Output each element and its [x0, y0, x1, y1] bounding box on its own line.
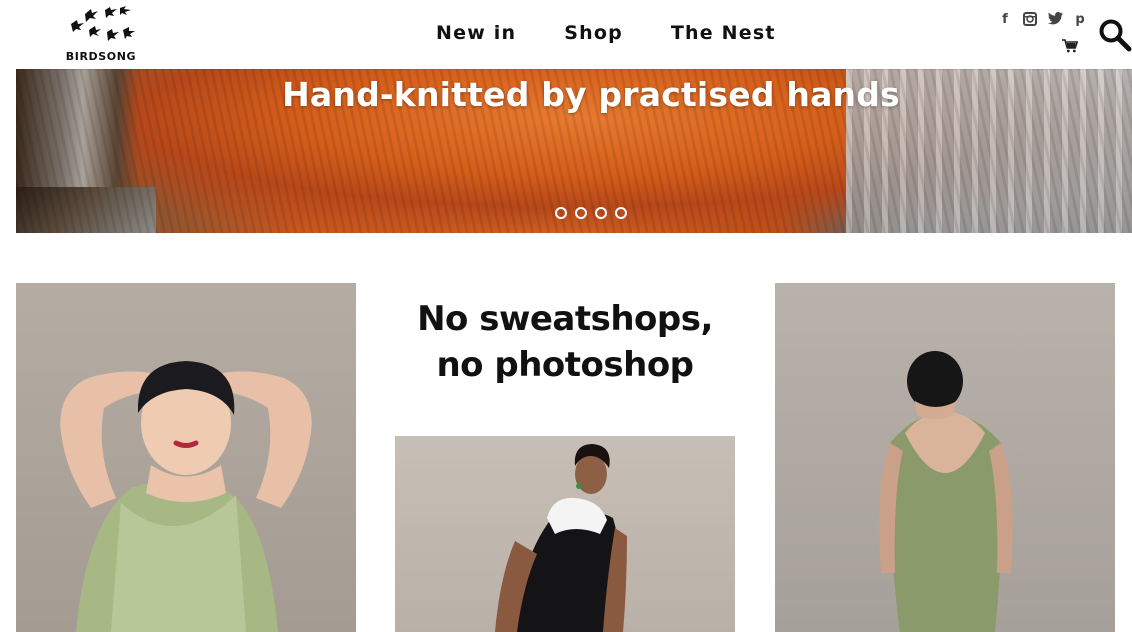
tagline-line-2: no photoshop	[436, 345, 694, 385]
instagram-icon[interactable]	[1022, 12, 1038, 28]
site-header: BIRDSONG New in Shop The Nest f p	[16, 0, 1132, 69]
search-icon[interactable]	[1098, 18, 1132, 52]
pinterest-icon[interactable]: p	[1072, 12, 1088, 28]
carousel-dot-4[interactable]	[615, 207, 627, 219]
tagline: No sweatshops, no photoshop	[395, 296, 735, 388]
nav-item-the-nest[interactable]: The Nest	[671, 22, 776, 44]
facebook-icon[interactable]: f	[997, 12, 1013, 28]
tagline-line-1: No sweatshops,	[417, 299, 713, 339]
social-links: f p	[997, 12, 1088, 28]
carousel-dot-1[interactable]	[555, 207, 567, 219]
model-illustration	[495, 444, 627, 632]
carousel-dot-3[interactable]	[595, 207, 607, 219]
hero-carousel: Hand-knitted by practised hands	[16, 69, 1132, 233]
carousel-dots	[555, 207, 627, 219]
main-nav: New in Shop The Nest	[436, 22, 824, 44]
twitter-icon[interactable]	[1047, 12, 1063, 28]
nav-item-shop[interactable]: Shop	[564, 22, 623, 44]
hero-title: Hand-knitted by practised hands	[282, 75, 900, 114]
carousel-dot-2[interactable]	[575, 207, 587, 219]
model-illustration	[60, 361, 312, 632]
nav-item-new-in[interactable]: New in	[436, 22, 516, 44]
birdsong-logo[interactable]: BIRDSONG	[61, 6, 141, 63]
cart-icon[interactable]	[1062, 38, 1078, 54]
birds-icon	[71, 6, 135, 41]
product-photo-right[interactable]	[775, 283, 1115, 632]
model-illustration	[879, 351, 1013, 632]
product-photo-left[interactable]	[16, 283, 356, 632]
product-photo-middle[interactable]	[395, 436, 735, 632]
logo-text: BIRDSONG	[65, 50, 137, 63]
